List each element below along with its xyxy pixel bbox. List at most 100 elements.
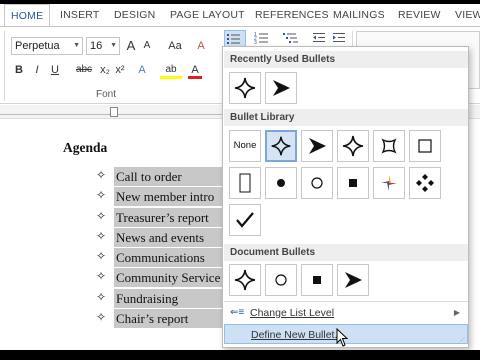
arrowhead-icon	[309, 138, 326, 154]
multilevel-list-icon	[283, 33, 298, 43]
superscript-button[interactable]: x²	[113, 61, 127, 79]
bullet-option-star-outline[interactable]	[337, 130, 369, 162]
list-item-text: Community Service	[114, 268, 228, 288]
concave-square-icon	[381, 138, 397, 154]
font-group-label: Font	[96, 89, 117, 100]
list-item[interactable]: ✧ Fundraising	[96, 288, 236, 309]
bold-icon: B	[15, 64, 23, 76]
font-size-box[interactable]: 16 ▼	[86, 37, 120, 55]
tab-home[interactable]: HOME	[4, 4, 51, 26]
change-list-level-label: Change List Level	[250, 307, 335, 319]
hollow-circle-icon	[311, 177, 323, 189]
bullet-option-diamond-cluster[interactable]	[409, 167, 441, 199]
tab-references[interactable]: REFERENCES	[255, 4, 329, 26]
bullet-option-tall-rectangle[interactable]	[229, 167, 261, 199]
superscript-icon: x²	[115, 64, 125, 76]
subscript-icon: x₂	[100, 64, 110, 76]
bullet-option-hollow-circle[interactable]	[265, 264, 297, 296]
bullet-option-hollow-square[interactable]	[409, 130, 441, 162]
star-bullet-icon: ✧	[96, 269, 107, 284]
bullet-option-star[interactable]	[229, 264, 261, 296]
tab-design[interactable]: DESIGN	[114, 4, 155, 26]
strikethrough-icon: abc	[75, 64, 93, 75]
agenda-list: ✧ Call to order ✧ New member intro ✧ Treasu…	[96, 167, 236, 329]
arrowhead-icon	[345, 272, 362, 288]
list-item[interactable]: ✧ News and events	[96, 227, 236, 248]
define-new-bullet-label: Define New Bullet...	[251, 329, 344, 341]
clear-formatting-icon: A	[197, 40, 205, 52]
hollow-circle-icon	[275, 274, 287, 286]
bullet-option-arrowhead[interactable]	[301, 130, 333, 162]
increase-indent-icon	[333, 33, 345, 42]
list-item-text: New member intro	[114, 187, 228, 207]
tab-insert[interactable]: INSERT	[60, 4, 100, 26]
bullet-option-star-selected[interactable]	[265, 130, 297, 162]
chevron-down-icon: ▼	[110, 42, 117, 49]
list-item[interactable]: ✧ New member intro	[96, 187, 236, 207]
bullet-option-concave-square[interactable]	[373, 130, 405, 162]
italic-icon: I	[35, 64, 39, 76]
list-item[interactable]: ✧ Call to order	[96, 167, 236, 187]
menu-separator	[224, 301, 468, 302]
list-item-text: News and events	[114, 227, 228, 247]
tab-page-layout[interactable]: PAGE LAYOUT	[170, 4, 245, 26]
list-item[interactable]: ✧ Treasurer’s report	[96, 207, 236, 228]
bullet-option-checkmark[interactable]	[229, 204, 261, 236]
star-bullet-icon: ✧	[96, 188, 107, 203]
bullet-option-filled-square[interactable]	[301, 264, 333, 296]
bullet-option-none[interactable]: None	[229, 130, 261, 162]
bullets-dropdown: Recently Used Bullets Bullet Library Non…	[222, 46, 469, 348]
subscript-button[interactable]: x₂	[98, 61, 112, 79]
bullet-option-arrowhead[interactable]	[337, 264, 369, 296]
font-name-box[interactable]: Perpetua ▼	[11, 37, 83, 55]
bold-button[interactable]: B	[12, 61, 26, 79]
four-point-star-icon	[271, 136, 291, 156]
list-item[interactable]: ✧ Community Service	[96, 268, 236, 288]
decrease-indent-icon	[313, 33, 325, 42]
list-item[interactable]: ✧ Communications	[96, 248, 236, 268]
bullet-option-hollow-circle[interactable]	[301, 167, 333, 199]
bullet-library-header: Bullet Library	[224, 109, 468, 126]
italic-button[interactable]: I	[30, 61, 44, 79]
bullet-option-filled-circle[interactable]	[265, 167, 297, 199]
bullet-option-arrowhead[interactable]	[265, 72, 297, 104]
star-bullet-icon: ✧	[96, 310, 107, 325]
filled-circle-icon	[277, 179, 285, 187]
tab-mailings[interactable]: MAILINGS	[333, 4, 385, 26]
star-bullet-icon: ✧	[96, 289, 107, 304]
bullets-icon	[227, 34, 240, 44]
resize-grip-icon[interactable]: ⋰	[458, 337, 465, 345]
chevron-right-icon: ▶	[453, 308, 460, 317]
font-color-icon: A	[191, 64, 199, 76]
list-item[interactable]: ✧ Chair’s report	[96, 309, 236, 329]
font-name-value: Perpetua	[15, 40, 60, 52]
change-list-level-item[interactable]: ⇐≡ Change List Level ▶	[224, 303, 468, 323]
chevron-down-icon: ▼	[73, 42, 80, 49]
indent-marker[interactable]	[110, 107, 118, 117]
strikethrough-button[interactable]: abc	[73, 61, 95, 79]
tab-review[interactable]: REVIEW	[398, 4, 441, 26]
list-item-text: Call to order	[114, 167, 228, 186]
tab-view[interactable]: VIEW	[455, 4, 480, 26]
change-case-button[interactable]: Aa	[163, 37, 187, 55]
highlight-button[interactable]: ab	[160, 61, 182, 79]
four-point-star-icon	[342, 135, 364, 157]
bullet-option-filled-square[interactable]	[337, 167, 369, 199]
clear-formatting-button[interactable]: A	[192, 37, 210, 55]
list-item-text: Chair’s report	[114, 309, 228, 329]
filled-square-icon	[313, 276, 321, 284]
bullet-option-colored-pinwheel[interactable]	[373, 167, 405, 199]
document-bullets-header: Document Bullets	[224, 244, 468, 261]
none-label: None	[233, 140, 257, 151]
star-bullet-icon: ✧	[96, 208, 107, 223]
font-color-button[interactable]: A	[188, 61, 202, 79]
shrink-font-button[interactable]: A	[140, 37, 154, 55]
highlight-icon: ab	[165, 64, 177, 75]
text-effects-button[interactable]: A	[134, 61, 150, 79]
list-item-text: Fundraising	[114, 288, 228, 308]
word-window: { "ribbon_tabs": ["HOME", "INSERT", "DES…	[0, 0, 480, 360]
font-size-value: 16	[90, 40, 103, 52]
grow-font-button[interactable]: A	[124, 37, 138, 55]
underline-button[interactable]: U	[48, 61, 62, 79]
bullet-option-star[interactable]	[229, 72, 261, 104]
